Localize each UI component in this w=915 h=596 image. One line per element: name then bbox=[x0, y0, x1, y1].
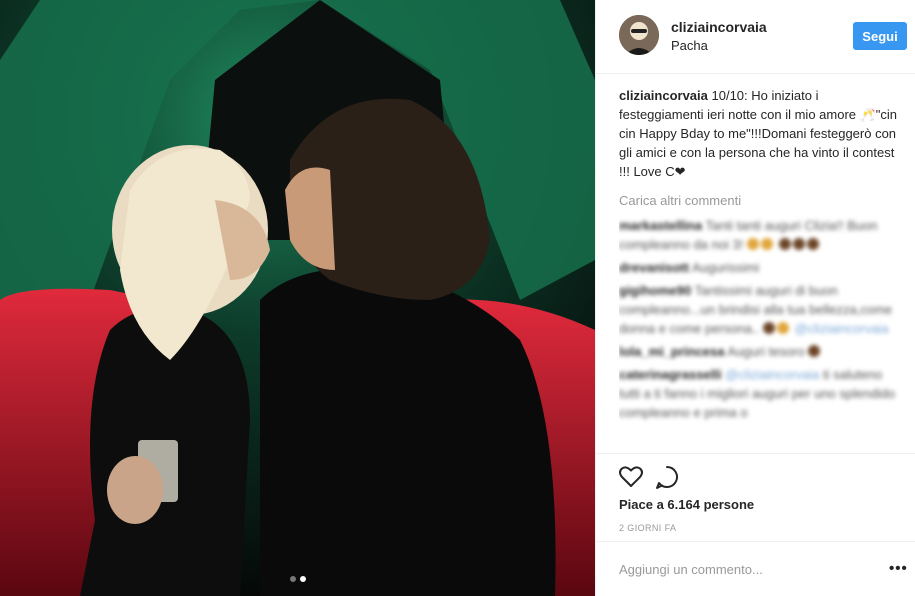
photo-illustration bbox=[0, 0, 595, 596]
caption-username[interactable]: cliziaincorvaia bbox=[619, 88, 708, 103]
comment-text: Augurissimi bbox=[691, 260, 760, 275]
emoji-icon bbox=[760, 238, 773, 250]
comment-username[interactable]: gigihome90 bbox=[619, 283, 691, 298]
comment-username[interactable]: caterinagrasselli bbox=[619, 367, 722, 382]
comment-item: caterinagrasselli @cliziaincorvaia ti sa… bbox=[619, 365, 904, 422]
post-caption: cliziaincorvaia 10/10: Ho iniziato i fes… bbox=[619, 86, 904, 181]
username-link[interactable]: cliziaincorvaia bbox=[671, 19, 767, 35]
comment-icon[interactable] bbox=[654, 464, 680, 490]
emoji-icon bbox=[792, 238, 805, 250]
carousel-dot[interactable] bbox=[289, 576, 296, 582]
comment-mention[interactable]: @cliziaincorvaia bbox=[725, 367, 819, 382]
comment-item: gigihome90 Tantissimi auguri di buon com… bbox=[619, 281, 904, 338]
comment-username[interactable]: lola_mi_princesa bbox=[619, 344, 725, 359]
emoji-icon bbox=[762, 322, 775, 334]
blurred-comments: markastellina Tanti tanti auguri Clizia!… bbox=[619, 216, 904, 422]
emoji-icon bbox=[806, 238, 819, 250]
emoji-icon bbox=[776, 322, 789, 334]
avatar-image bbox=[619, 15, 659, 55]
instagram-post: cliziaincorvaia Pacha Segui cliziaincorv… bbox=[0, 0, 915, 596]
carousel-dot-active[interactable] bbox=[299, 576, 306, 582]
post-header: cliziaincorvaia Pacha Segui bbox=[596, 0, 915, 74]
comments-list: cliziaincorvaia 10/10: Ho iniziato i fes… bbox=[619, 86, 904, 450]
follow-button[interactable]: Segui bbox=[853, 22, 907, 50]
action-bar bbox=[596, 453, 915, 489]
comment-username[interactable]: drevanisott bbox=[619, 260, 689, 275]
location-link[interactable]: Pacha bbox=[671, 38, 708, 53]
heart-icon[interactable] bbox=[618, 464, 644, 490]
comment-username[interactable]: markastellina bbox=[619, 218, 702, 233]
likes-count[interactable]: Piace a 6.164 persone bbox=[619, 497, 754, 512]
avatar[interactable] bbox=[619, 15, 659, 55]
comment-text: Auguri tesoro bbox=[727, 344, 805, 359]
emoji-icon bbox=[778, 238, 791, 250]
comment-item: lola_mi_princesa Auguri tesoro bbox=[619, 342, 904, 361]
post-photo[interactable] bbox=[0, 0, 595, 596]
post-timestamp[interactable]: 2 GIORNI FA bbox=[619, 523, 676, 533]
load-more-comments-link[interactable]: Carica altri commenti bbox=[619, 191, 904, 210]
heart-emoji-icon bbox=[808, 345, 821, 357]
add-comment-input[interactable]: Aggiungi un commento... bbox=[619, 562, 763, 577]
add-comment-section: Aggiungi un commento... ••• bbox=[596, 541, 915, 596]
comment-item: drevanisott Augurissimi bbox=[619, 258, 904, 277]
more-options-icon[interactable]: ••• bbox=[889, 561, 908, 576]
comment-mention[interactable]: @cliziaincorvaia bbox=[794, 321, 888, 336]
post-sidebar: cliziaincorvaia Pacha Segui cliziaincorv… bbox=[595, 0, 915, 596]
comment-item: markastellina Tanti tanti auguri Clizia!… bbox=[619, 216, 904, 254]
emoji-icon bbox=[746, 238, 759, 250]
carousel-indicator bbox=[0, 576, 595, 582]
